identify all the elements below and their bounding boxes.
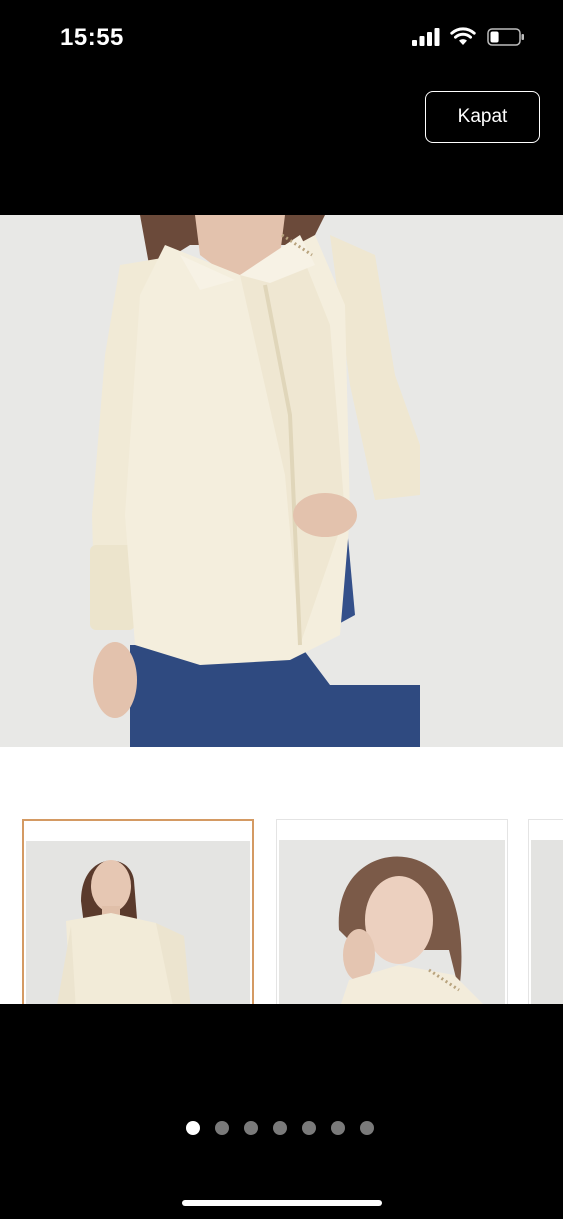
- status-time: 15:55: [60, 24, 124, 51]
- page-dot[interactable]: [331, 1121, 345, 1135]
- wifi-icon: [450, 27, 476, 45]
- page-dot[interactable]: [302, 1121, 316, 1135]
- thumbnail-strip: [0, 819, 563, 1004]
- battery-icon: [487, 28, 524, 46]
- page-dot[interactable]: [186, 1121, 200, 1135]
- thumbnail-1[interactable]: [22, 819, 254, 1004]
- thumbnail-model-portrait-image: [279, 840, 505, 1004]
- close-button[interactable]: Kapat: [425, 91, 540, 143]
- thumbnail-model-full-image: [26, 841, 250, 1004]
- page-dot[interactable]: [244, 1121, 258, 1135]
- signal-bars-icon: [412, 28, 440, 46]
- blouse-photo-illustration: [0, 215, 563, 747]
- page-dot[interactable]: [215, 1121, 229, 1135]
- thumbnail-2[interactable]: [276, 819, 508, 1004]
- status-bar: 15:55: [0, 0, 563, 75]
- page-dot[interactable]: [360, 1121, 374, 1135]
- page-dot[interactable]: [273, 1121, 287, 1135]
- product-gallery: [0, 215, 563, 1004]
- main-product-image[interactable]: [0, 215, 563, 747]
- home-indicator[interactable]: [182, 1200, 382, 1206]
- pagination-dots: [186, 1121, 374, 1135]
- thumbnail-3[interactable]: [528, 819, 563, 1004]
